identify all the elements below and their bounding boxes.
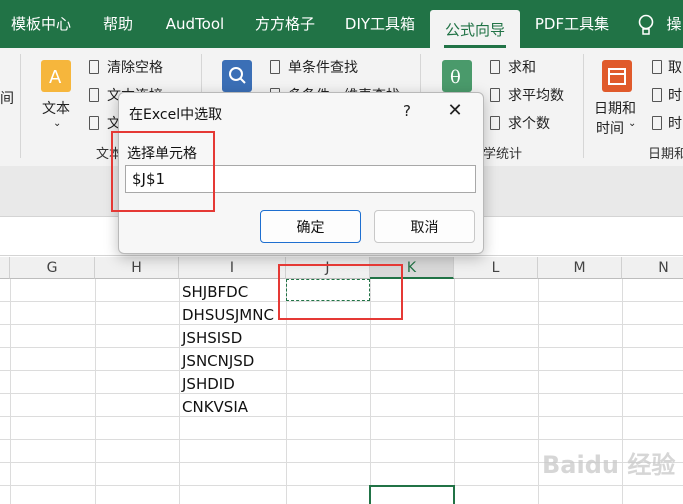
svg-text:θ: θ [450, 67, 461, 88]
grid-line [0, 324, 683, 325]
grid-line [0, 485, 683, 486]
tab-audtool[interactable]: AudTool [154, 0, 236, 48]
doc-icon [89, 116, 99, 130]
column-header-h[interactable]: H [95, 257, 179, 279]
doc-icon [652, 60, 662, 74]
select-cell-dialog: 在Excel中选取 ? ✕ 选择单元格 确定 取消 [118, 92, 484, 254]
column-header-m[interactable]: M [538, 257, 622, 279]
ribbon-separator [20, 54, 21, 158]
grid-line [10, 279, 11, 504]
grid-line [95, 279, 96, 504]
ribbon-tab-bar: 模板中心 帮助 AudTool 方方格子 DIY工具箱 公式向导 PDF工具集 … [0, 0, 683, 48]
doc-icon [652, 88, 662, 102]
column-header-l[interactable]: L [454, 257, 538, 279]
cell-i2[interactable]: DHSUSJMNC [182, 306, 274, 324]
cell-i6[interactable]: CNKVSIA [182, 398, 248, 416]
ribbon-item-date-3[interactable]: 时 [668, 113, 682, 133]
grid-line [0, 370, 683, 371]
grid-line [538, 279, 539, 504]
ribbon-item-average[interactable]: 求平均数 [508, 85, 564, 105]
grid-line [0, 347, 683, 348]
doc-icon [490, 60, 500, 74]
text-function-icon[interactable]: A [41, 60, 71, 92]
tab-formula-wizard[interactable]: 公式向导 [430, 10, 520, 48]
tab-diy-toolbox[interactable]: DIY工具箱 [334, 0, 426, 48]
help-icon[interactable]: ? [393, 99, 421, 123]
lightbulb-icon[interactable] [636, 12, 656, 38]
ribbon-item-date-1[interactable]: 取 [668, 57, 682, 77]
column-header-j[interactable]: J [286, 257, 370, 279]
math-function-icon[interactable]: θ [442, 60, 472, 92]
ribbon-item-date-2[interactable]: 时 [668, 85, 682, 105]
text-function-button[interactable]: 文本 [42, 98, 70, 118]
chevron-down-icon[interactable]: ⌄ [53, 118, 61, 129]
grid-line [0, 416, 683, 417]
doc-icon [490, 116, 500, 130]
ribbon-item-sum[interactable]: 求和 [508, 57, 536, 77]
dialog-title: 在Excel中选取 [129, 107, 223, 123]
grid-line [179, 279, 180, 504]
copy-selection-marquee-j1[interactable] [286, 279, 370, 301]
grid-line [0, 439, 683, 440]
ribbon-item-trim-spaces[interactable]: 清除空格 [107, 57, 163, 77]
ribbon-left-stub: 间 [0, 91, 14, 107]
ribbon-group-label-date: 日期和 [648, 147, 683, 162]
ribbon-separator [583, 54, 584, 158]
tab-help[interactable]: 帮助 [90, 0, 146, 48]
ribbon-item-single-lookup[interactable]: 单条件查找 [288, 57, 358, 77]
column-header-i[interactable]: I [179, 257, 286, 279]
select-cell-label: 选择单元格 [127, 146, 197, 162]
column-header-g[interactable]: G [10, 257, 95, 279]
cell-i1[interactable]: SHJBFDC [182, 283, 248, 301]
row-header-corner [0, 257, 10, 279]
ribbon-item-count[interactable]: 求个数 [508, 113, 550, 133]
ok-button[interactable]: 确定 [260, 210, 361, 243]
column-header-n[interactable]: N [622, 257, 683, 279]
cell-i5[interactable]: JSHDID [182, 375, 235, 393]
grid-line [0, 301, 683, 302]
grid-line [0, 393, 683, 394]
column-header-k[interactable]: K [370, 257, 454, 279]
cell-i3[interactable]: JSHSISD [182, 329, 242, 347]
lookup-function-icon[interactable] [222, 60, 252, 92]
watermark-text: Baidu 经验 [542, 451, 676, 479]
tab-template-center[interactable]: 模板中心 [0, 0, 82, 48]
tab-pdf-toolset[interactable]: PDF工具集 [526, 0, 618, 48]
doc-icon [652, 116, 662, 130]
date-function-label-2[interactable]: 时间 [596, 118, 624, 138]
date-function-icon[interactable] [602, 60, 632, 92]
cell-reference-input[interactable] [125, 165, 476, 193]
date-function-label-1[interactable]: 日期和 [594, 98, 636, 118]
cell-i4[interactable]: JSNCNJSD [182, 352, 254, 370]
cancel-button[interactable]: 取消 [374, 210, 475, 243]
doc-icon [89, 60, 99, 74]
grid-line [454, 279, 455, 504]
grid-line [286, 279, 287, 504]
active-cell[interactable] [369, 485, 455, 504]
close-icon[interactable]: ✕ [441, 99, 469, 123]
grid-line [370, 279, 371, 504]
doc-icon [270, 60, 280, 74]
doc-icon [89, 88, 99, 102]
chevron-down-icon[interactable]: ⌄ [628, 118, 636, 129]
doc-icon [490, 88, 500, 102]
svg-text:A: A [49, 67, 62, 88]
tab-overflow[interactable]: 操 [664, 0, 683, 48]
tab-fangfang-gezi[interactable]: 方方格子 [244, 0, 326, 48]
